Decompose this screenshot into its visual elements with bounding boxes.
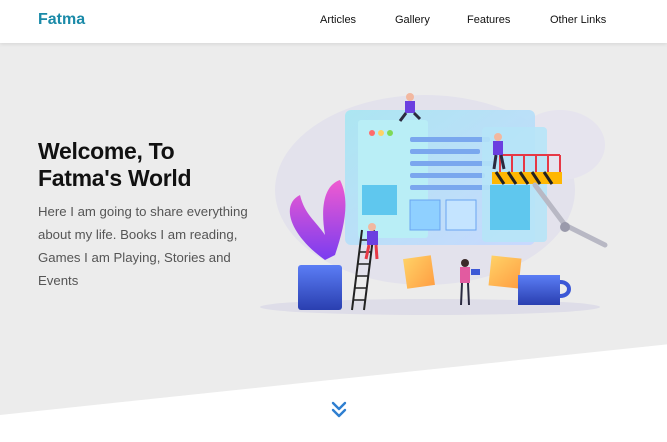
hero-illustration: [260, 93, 608, 315]
crane-joint: [560, 222, 570, 232]
nav-articles[interactable]: Articles: [320, 14, 356, 26]
navbar: Fatma Articles Gallery Features Other Li…: [0, 0, 667, 43]
text-line: [410, 173, 485, 178]
nav-features[interactable]: Features: [467, 14, 510, 26]
plant-pot: [298, 265, 342, 310]
mug-handle: [559, 280, 571, 298]
sticky-note: [488, 255, 522, 289]
sticky-note: [403, 255, 435, 289]
hero-title-line-2: Fatma's World: [38, 165, 192, 191]
nav-other-links[interactable]: Other Links: [550, 14, 606, 26]
side-panel-block: [490, 185, 530, 230]
card-block: [409, 199, 441, 231]
double-chevron-down-icon: [331, 401, 347, 418]
brand-logo[interactable]: Fatma: [38, 11, 85, 29]
hero-title: Welcome, To Fatma's World: [38, 138, 258, 192]
window-dot-green: [387, 130, 393, 136]
window-image-block: [362, 185, 397, 215]
text-line: [410, 137, 490, 142]
card-block: [445, 199, 477, 231]
text-line: [410, 149, 480, 154]
mug: [518, 275, 560, 305]
window-dot-red: [369, 130, 375, 136]
text-line: [410, 185, 490, 190]
nav-gallery[interactable]: Gallery: [395, 14, 430, 26]
window-dot-yellow: [378, 130, 384, 136]
hero-description: Here I am going to share everything abou…: [38, 204, 248, 288]
scroll-down-button[interactable]: [329, 400, 349, 420]
hero-title-line-1: Welcome, To: [38, 138, 175, 164]
